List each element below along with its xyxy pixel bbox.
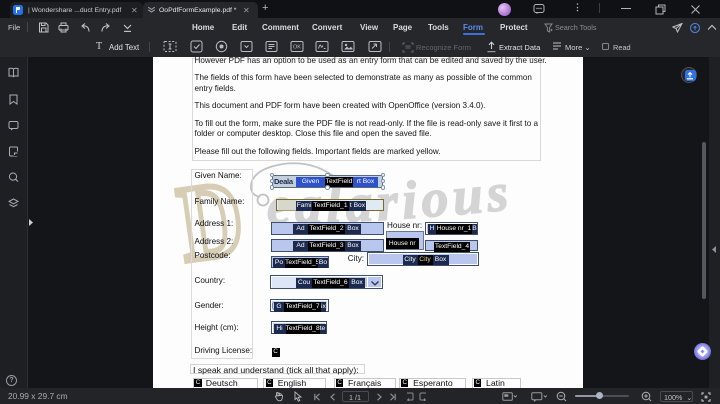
svg-text:OK: OK — [293, 45, 301, 51]
